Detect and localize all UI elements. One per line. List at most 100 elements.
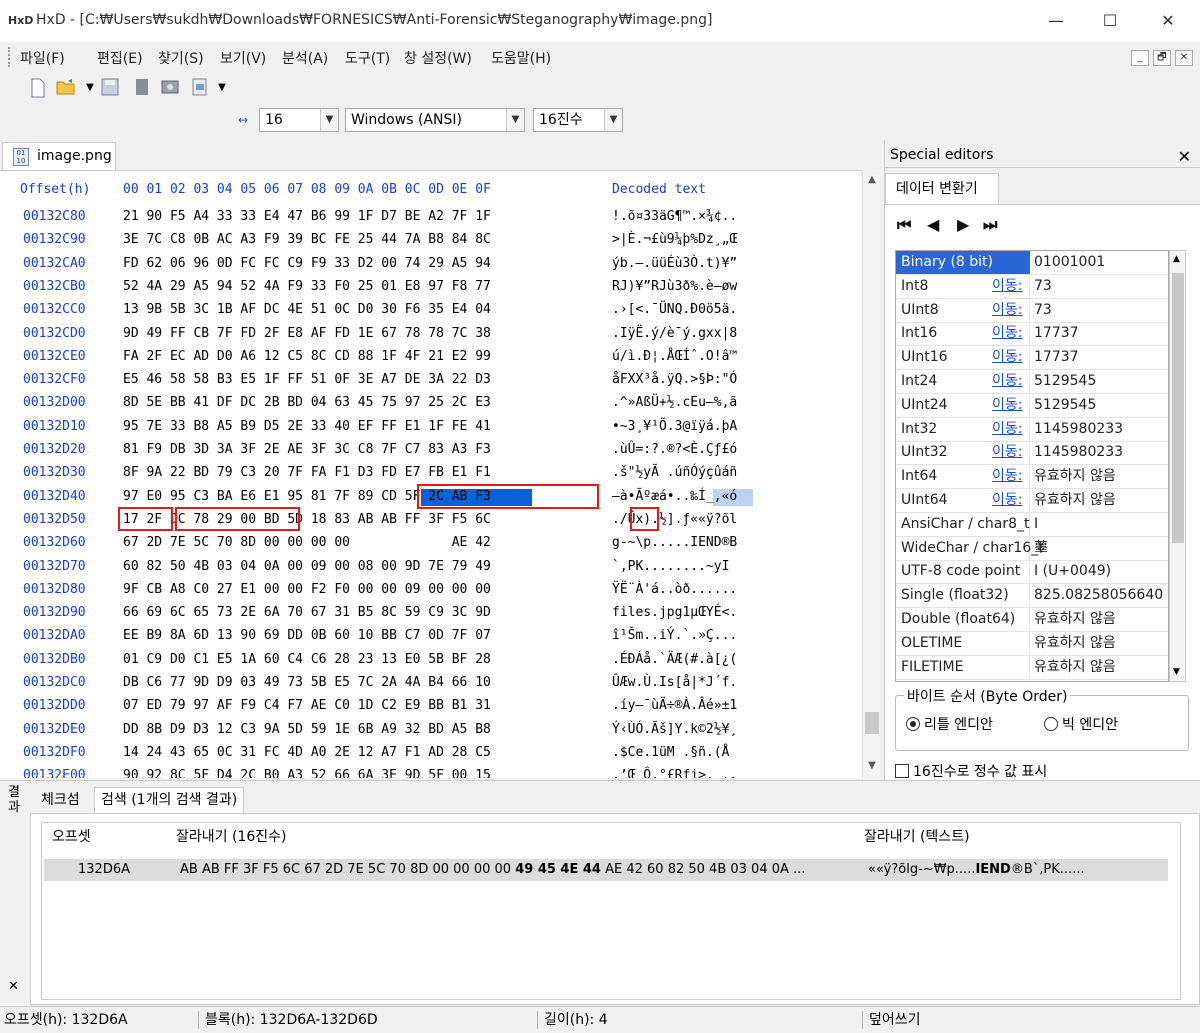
close-button[interactable]: ✕	[1148, 8, 1188, 34]
inspector-row[interactable]: WideChar / char16_t 䕉	[896, 537, 1168, 561]
disk-dropdown-icon[interactable]: ▼	[212, 78, 232, 98]
row-decoded-text[interactable]: ŸË¨À'á..òð......	[612, 582, 737, 597]
row-hex-bytes[interactable]: 07 ED 79 97 AF F9 C4 F7 AE C0 1D C2 E9 B…	[123, 698, 491, 713]
inspector-value[interactable]: I (U+0049)	[1034, 560, 1168, 583]
row-hex-bytes[interactable]: FA 2F EC AD D0 A6 12 C5 8C CD 88 1F 4F 2…	[123, 349, 491, 364]
row-decoded-text[interactable]: !.õ¤33äG¶™.×¾¢..	[612, 209, 737, 224]
row-hex-bytes[interactable]: 8D 5E BB 41 DF DC 2B BD 04 63 45 75 97 2…	[123, 395, 491, 410]
menu-edit[interactable]: 편집(E)	[97, 48, 143, 68]
hex-row[interactable]: 00132CD0 9D 49 FF CB 7F FD 2F E8 AF FD 1E…	[0, 326, 862, 349]
hex-row[interactable]: 00132DA0 EE B9 8A 6D 13 90 69 DD 0B 60 10…	[0, 628, 862, 651]
tab-image-png[interactable]: 01 10 image.png	[2, 142, 116, 170]
row-decoded-text[interactable]: •~3¸¥¹Õ.3@ïÿá.þA	[612, 419, 737, 434]
inspector-row[interactable]: UInt32 이동: 1145980233	[896, 441, 1168, 466]
row-hex-bytes[interactable]: 8F 9A 22 BD 79 C3 20 7F FA F1 D3 FD E7 F…	[123, 465, 491, 480]
inspector-value[interactable]: I	[1034, 513, 1168, 536]
menu-view[interactable]: 보기(V)	[220, 48, 266, 68]
row-decoded-text[interactable]: åFXX³å.ÿQ.>§Þ:"Ó	[612, 372, 737, 387]
hex-row[interactable]: 00132CE0 FA 2F EC AD D0 A6 12 C5 8C CD 88…	[0, 349, 862, 372]
row-decoded-text[interactable]: .$Ce.1üM .§ñ.(Å	[612, 745, 729, 760]
goto-link[interactable]: 이동:	[992, 394, 1022, 417]
row-hex-bytes[interactable]: 52 4A 29 A5 94 52 4A F9 33 F0 25 01 E8 9…	[123, 279, 491, 294]
hex-row[interactable]: 00132C80 21 90 F5 A4 33 33 E4 47 B6 99 1F…	[0, 209, 862, 232]
chevron-down-icon[interactable]: ▼	[320, 109, 338, 131]
menu-help[interactable]: 도움말(H)	[491, 48, 551, 68]
inspector-row[interactable]: OLETIME 유효하지 않음	[896, 632, 1168, 656]
inspector-row[interactable]: Single (float32) 825.08258056640	[896, 584, 1168, 609]
row-decoded-text[interactable]: >|È.¬£ù9¼þ%Dz¸„Œ	[612, 232, 737, 247]
hex-row[interactable]: 00132DB0 01 C9 D0 C1 E5 1A 60 C4 C6 28 23…	[0, 652, 862, 675]
close-icon[interactable]: ✕	[8, 979, 19, 994]
menu-analysis[interactable]: 분석(A)	[282, 48, 328, 68]
row-hex-bytes[interactable]: 14 24 43 65 0C 31 FC 4D A0 2E 12 A7 F1 A…	[123, 745, 491, 760]
inspector-row[interactable]: FILETIME 유효하지 않음	[896, 656, 1168, 680]
chevron-down-icon[interactable]: ▼	[506, 109, 524, 131]
row-decoded-text[interactable]: .ÉÐÁå.`ÄÆ(#.à[¿(	[612, 652, 737, 667]
row-hex-bytes[interactable]: 60 82 50 4B 03 04 0A 00 09 00 08 00 9D 7…	[123, 559, 491, 574]
inspector-row[interactable]: UInt8 이동: 73	[896, 299, 1168, 323]
hex-int-checkbox[interactable]: 16진수로 정수 값 표시	[895, 761, 1047, 781]
hex-row[interactable]: 00132CC0 13 9B 5B 3C 1B AF DC 4E 51 0C D0…	[0, 302, 862, 325]
hex-row[interactable]: 00132D60 67 2D 7E 5C 70 8D 00 00 00 00 49…	[0, 535, 862, 558]
last-icon[interactable]: ⏭	[983, 215, 997, 235]
hex-row[interactable]: 00132CB0 52 4A 29 A5 94 52 4A F9 33 F0 25…	[0, 279, 862, 302]
inspector-value[interactable]: 17737	[1034, 322, 1168, 345]
row-decoded-text[interactable]: .^»AßÜ+½.cEu—%,ã	[612, 395, 737, 410]
menu-window[interactable]: 창 설정(W)	[404, 48, 472, 68]
inspector-row[interactable]: UInt24 이동: 5129545	[896, 394, 1168, 418]
scroll-down-icon[interactable]: ▼	[863, 760, 881, 771]
inspector-value[interactable]: 유효하지 않음	[1034, 465, 1168, 488]
scroll-thumb[interactable]	[1172, 273, 1184, 543]
row-decoded-text[interactable]: files.jpg1µŒYÉ<.	[612, 605, 737, 620]
previous-icon[interactable]: ◀	[927, 215, 939, 234]
row-hex-bytes[interactable]: DD 8B D9 D3 12 C3 9A 5D 59 1E 6B A9 32 B…	[123, 722, 491, 737]
big-endian-radio[interactable]: 빅 엔디안	[1044, 714, 1118, 734]
inspector-row[interactable]: Int8 이동: 73	[896, 275, 1168, 299]
row-hex-bytes[interactable]: 90 92 8C 5F D4 2C B0 A3 52 66 6A 3E 9D 5…	[123, 768, 491, 778]
hex-editor[interactable]: Offset(h) 00 01 02 03 04 05 06 07 08 09 …	[0, 170, 862, 778]
hex-row[interactable]: 00132DE0 DD 8B D9 D3 12 C3 9A 5D 59 1E 6B…	[0, 722, 862, 745]
hex-row[interactable]: 00132DC0 DB C6 77 9D D9 03 49 73 5B E5 7C…	[0, 675, 862, 698]
inspector-row[interactable]: UTF-8 code point I (U+0049)	[896, 560, 1168, 585]
row-hex-bytes[interactable]: 01 C9 D0 C1 E5 1A 60 C4 C6 28 23 13 E0 5…	[123, 652, 491, 667]
inspector-value[interactable]: 73	[1034, 275, 1168, 298]
tab-search-results[interactable]: 검색 (1개의 검색 결과)	[94, 787, 245, 813]
goto-link[interactable]: 이동:	[992, 346, 1022, 369]
row-decoded-text[interactable]: g-~\p.....IEND®B	[612, 535, 737, 550]
tab-data-inspector[interactable]: 데이터 변환기	[885, 173, 999, 205]
row-hex-bytes[interactable]: FD 62 06 96 0D FC FC C9 F9 33 D2 00 74 2…	[123, 256, 491, 271]
row-decoded-text[interactable]: î¹Šm..iÝ.`.»Ç...	[612, 628, 737, 643]
tab-checksum[interactable]: 체크섬	[34, 787, 87, 813]
close-icon[interactable]: ✕	[1178, 144, 1191, 170]
row-hex-bytes[interactable]: 9F CB A8 C0 27 E1 00 00 F2 F0 00 00 09 0…	[123, 582, 491, 597]
inspector-row[interactable]: UInt64 이동: 유효하지 않음	[896, 489, 1168, 513]
inspector-value[interactable]: 5129545	[1034, 394, 1168, 417]
scroll-thumb[interactable]	[865, 712, 879, 734]
inspector-value[interactable]: 유효하지 않음	[1034, 608, 1168, 631]
goto-link[interactable]: 이동:	[992, 299, 1022, 322]
inspector-row[interactable]: Binary (8 bit) 01001001	[896, 251, 1168, 275]
row-decoded-text[interactable]: Ý‹ÙÓ.Ãš]Y.k©2½¥¸	[612, 722, 737, 737]
row-hex-bytes[interactable]: 21 90 F5 A4 33 33 E4 47 B6 99 1F D7 BE A…	[123, 209, 491, 224]
mdi-restore-button[interactable]: 🗗	[1153, 50, 1171, 66]
scroll-up-icon[interactable]: ▲	[1173, 254, 1180, 264]
open-folder-icon[interactable]	[56, 78, 76, 98]
new-file-icon[interactable]	[28, 78, 48, 98]
inspector-value[interactable]: 유효하지 않음	[1034, 656, 1168, 679]
goto-link[interactable]: 이동:	[992, 370, 1022, 393]
hex-row[interactable]: 00132DF0 14 24 43 65 0C 31 FC 4D A0 2E 12…	[0, 745, 862, 768]
row-hex-bytes[interactable]: DB C6 77 9D D9 03 49 73 5B E5 7C 2A 4A B…	[123, 675, 491, 690]
menu-tools[interactable]: 도구(T)	[345, 48, 390, 68]
minimize-button[interactable]: —	[1036, 8, 1076, 34]
hex-row[interactable]: 00132CA0 FD 62 06 96 0D FC FC C9 F9 33 D2…	[0, 256, 862, 279]
menu-search[interactable]: 찾기(S)	[158, 48, 204, 68]
goto-link[interactable]: 이동:	[992, 489, 1022, 512]
hex-row[interactable]: 00132D90 66 69 6C 65 73 2E 6A 70 67 31 B5…	[0, 605, 862, 628]
row-decoded-text[interactable]: .IÿË.ý/è¯ý.gxx|8	[612, 326, 737, 341]
disk-icon[interactable]	[190, 78, 210, 98]
inspector-value[interactable]: 73	[1034, 299, 1168, 322]
row-hex-bytes[interactable]: E5 46 58 58 B3 E5 1F FF 51 0F 3E A7 DE 3…	[123, 372, 491, 387]
offset-base-select[interactable]: 16진수 ▼	[533, 108, 623, 132]
inspector-row[interactable]: Int64 이동: 유효하지 않음	[896, 465, 1168, 490]
goto-link[interactable]: 이동:	[992, 275, 1022, 298]
